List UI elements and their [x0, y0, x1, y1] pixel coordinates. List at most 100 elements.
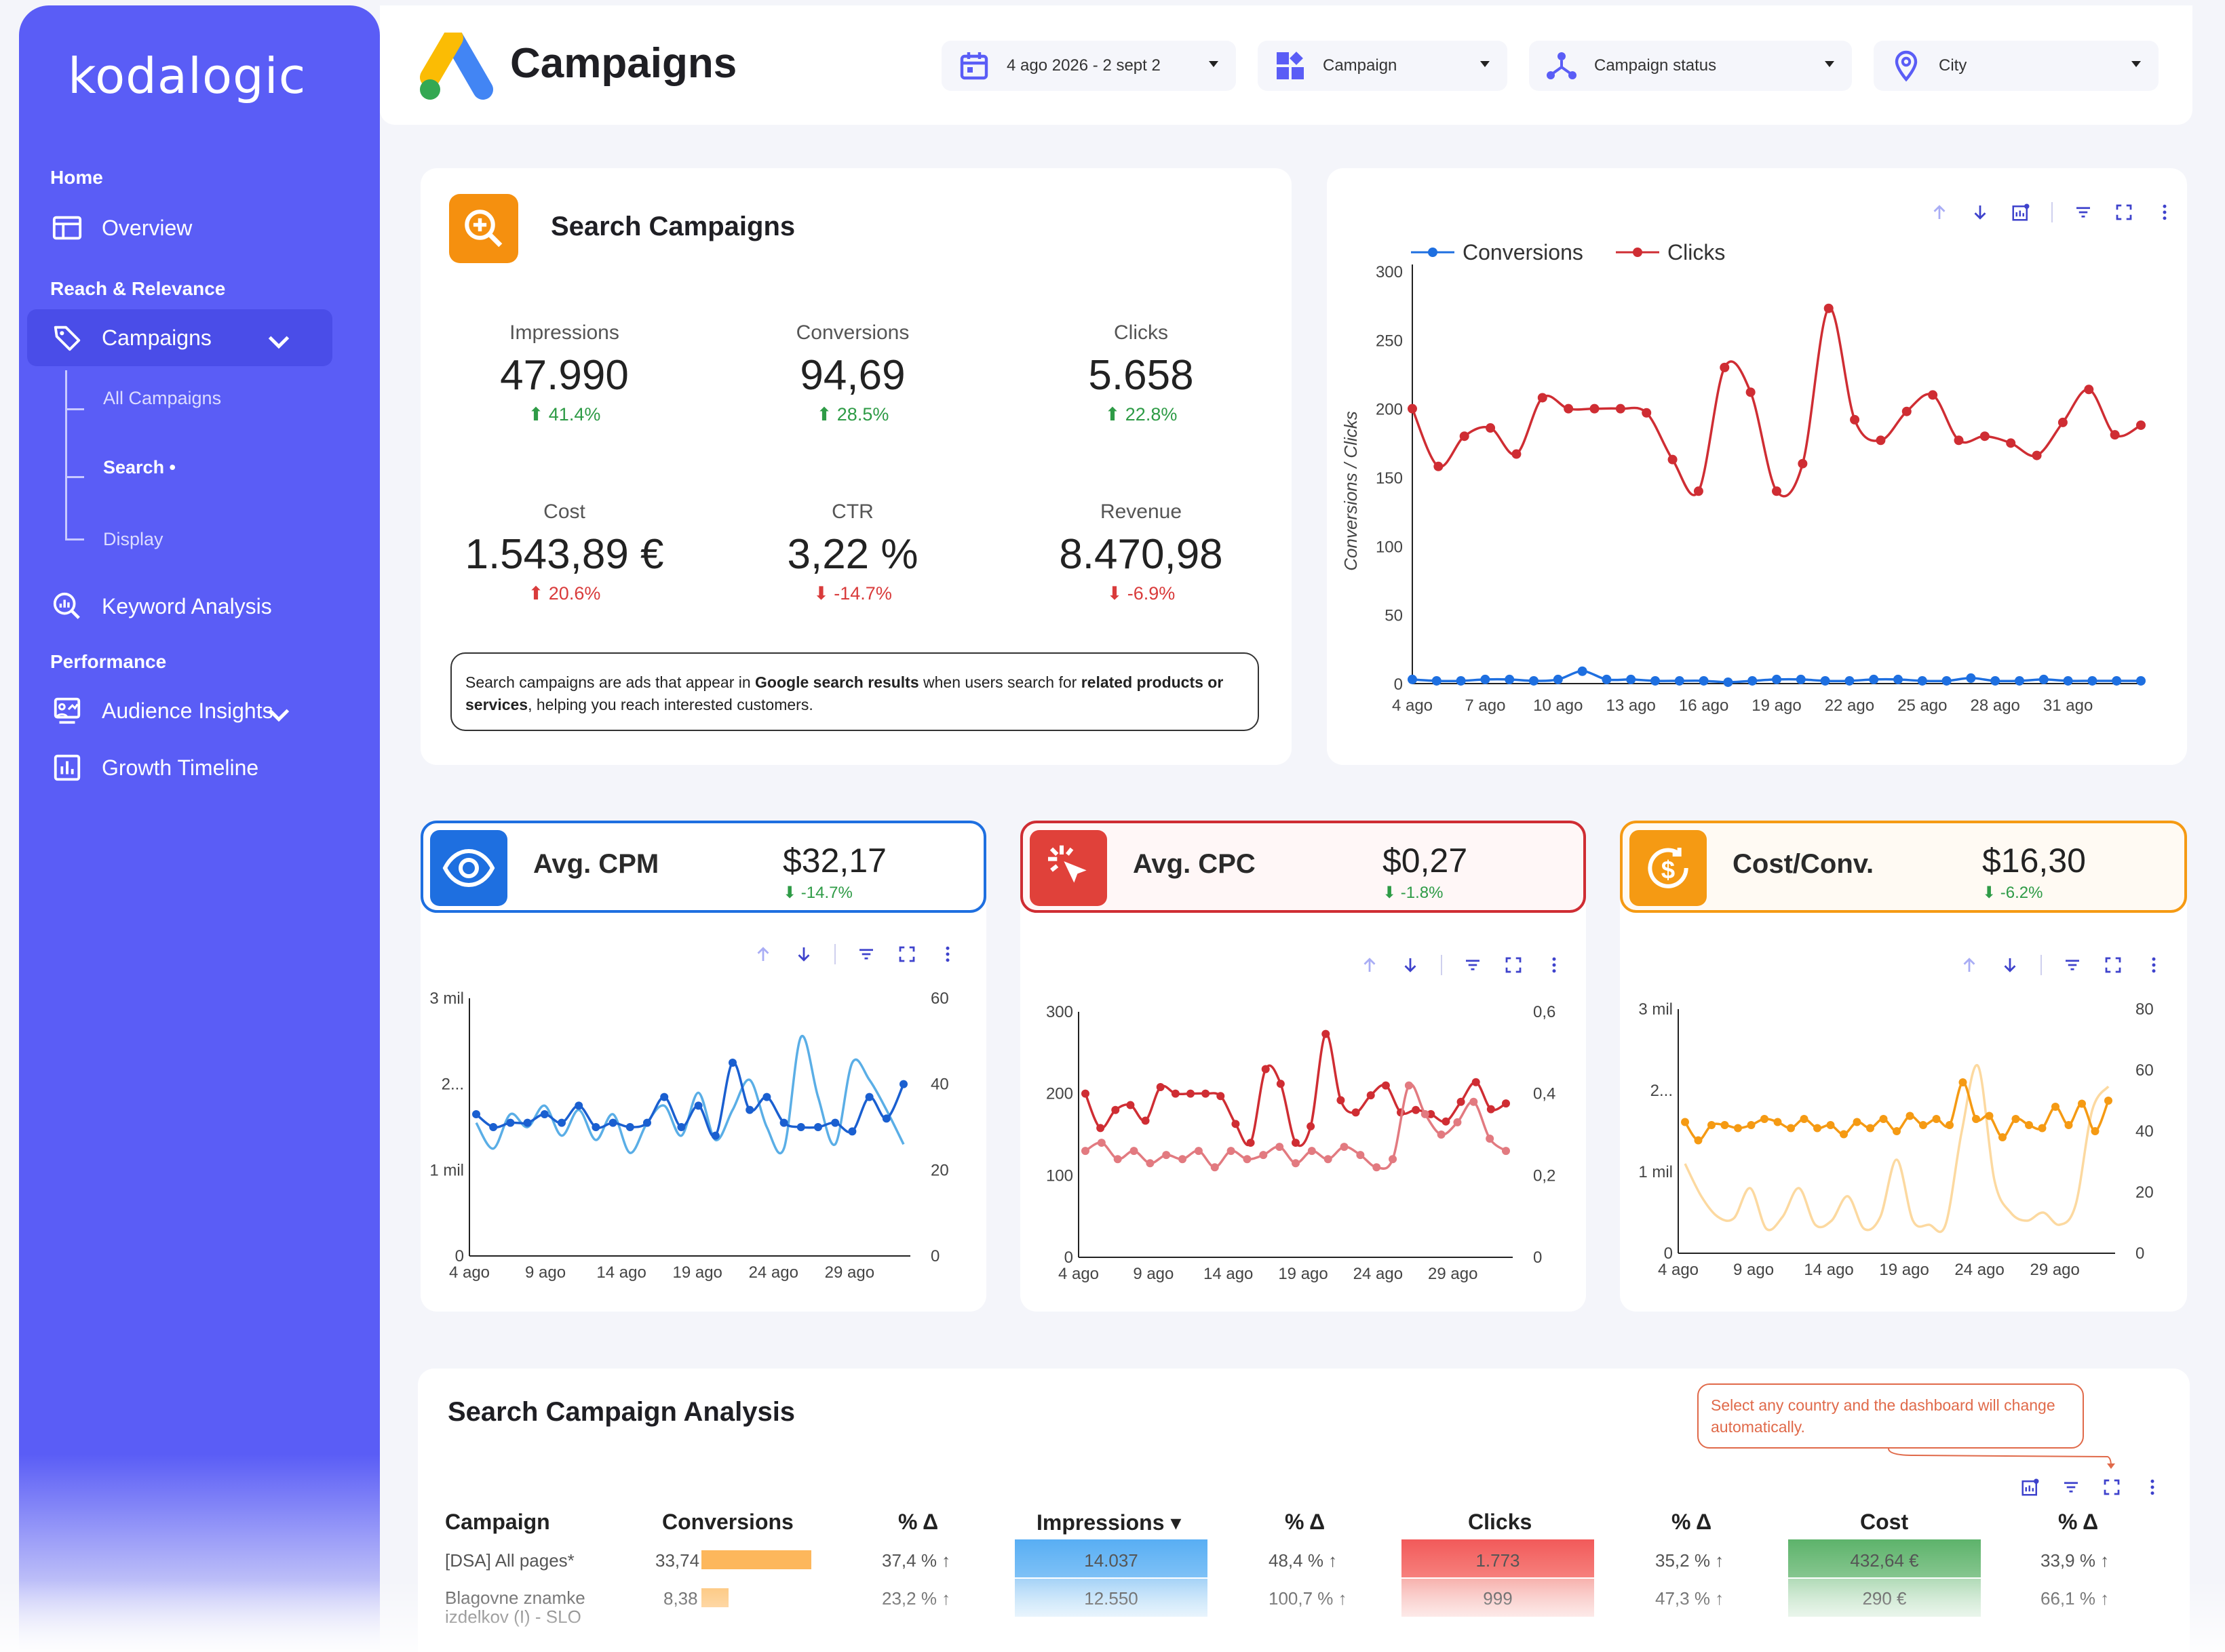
- zoom-in-icon: [465, 210, 503, 248]
- data-point: [558, 1118, 566, 1127]
- data-point: [1760, 1115, 1768, 1123]
- dashboard-icon: [52, 216, 82, 240]
- sidebar-sub-search[interactable]: Search •: [103, 457, 176, 478]
- data-point: [1820, 675, 1830, 686]
- sidebar-sub-display[interactable]: Display: [103, 529, 163, 550]
- table-toolbar: [2020, 1477, 2163, 1497]
- filter-icon[interactable]: [2061, 1477, 2081, 1497]
- cpc-icon-badge: [1030, 830, 1107, 906]
- data-point: [865, 1093, 874, 1101]
- data-point: [1772, 486, 1781, 496]
- data-point: [2025, 1121, 2033, 1129]
- y-tick-label-left: 2...: [442, 1076, 464, 1094]
- data-point: [1693, 486, 1703, 496]
- kpi-cost-label: Cost: [543, 500, 585, 523]
- data-point: [1307, 1122, 1315, 1130]
- cpc-header: Avg. CPC $0,27 ⬇ -1.8%: [1020, 821, 1586, 913]
- sort-ascending-icon[interactable]: [1959, 955, 1979, 975]
- cpm-line-chart: 0 1 mil 2... 3 mil 0 20 40 60 4 ago 9 ago 14 ago 19…: [429, 989, 948, 1282]
- row-clk-delta: 47,3 % ↑: [1655, 1588, 1724, 1609]
- sort-descending-icon[interactable]: [794, 944, 814, 964]
- data-point: [1261, 1065, 1270, 1074]
- legend-label: Clicks: [1667, 240, 1725, 264]
- more-vert-icon[interactable]: [2144, 955, 2164, 975]
- series-line: [475, 1034, 905, 1155]
- column-header-impressions[interactable]: Impressions ▾: [1037, 1510, 1181, 1535]
- data-point: [1194, 1147, 1203, 1156]
- location-pin-icon: [1895, 50, 1918, 82]
- chevron-down-icon[interactable]: [263, 700, 294, 731]
- column-header-conv-delta[interactable]: % Δ: [898, 1510, 938, 1535]
- data-point: [1366, 1091, 1375, 1100]
- column-header-campaign[interactable]: Campaign: [445, 1510, 550, 1535]
- y-tick-label-right: 0,6: [1533, 1003, 1555, 1021]
- fullscreen-icon[interactable]: [1503, 955, 1524, 975]
- chart-options-icon[interactable]: [2020, 1477, 2040, 1497]
- more-vert-icon[interactable]: [2142, 1477, 2163, 1497]
- sort-descending-icon[interactable]: [1400, 955, 1420, 975]
- sidebar-item-campaigns[interactable]: Campaigns: [27, 309, 332, 366]
- y-tick-label-right: 0,4: [1533, 1085, 1555, 1103]
- date-range-filter[interactable]: 4 ago 2026 - 2 sept 2: [942, 41, 1236, 91]
- fullscreen-icon[interactable]: [897, 944, 917, 964]
- filter-icon[interactable]: [2073, 202, 2093, 222]
- chevron-down-icon[interactable]: [263, 327, 294, 358]
- x-tick-label: 24 ago: [1954, 1261, 2004, 1279]
- data-point: [1456, 1097, 1465, 1106]
- sort-descending-icon[interactable]: [2000, 955, 2020, 975]
- data-point: [1674, 675, 1684, 686]
- fullscreen-icon[interactable]: [2103, 955, 2123, 975]
- brand-logo[interactable]: kodalogic: [68, 47, 306, 104]
- data-point: [1553, 674, 1563, 684]
- campaign-status-filter[interactable]: Campaign status: [1529, 41, 1852, 91]
- sort-ascending-icon[interactable]: [1359, 955, 1380, 975]
- data-point: [1292, 1159, 1300, 1168]
- sidebar-item-growth-timeline[interactable]: Growth Timeline: [27, 739, 332, 796]
- more-vert-icon[interactable]: [937, 944, 958, 964]
- y-tick-label-left: 0: [1664, 1244, 1673, 1263]
- row-clicks: 1.773: [1401, 1539, 1594, 1577]
- data-point: [1876, 435, 1886, 446]
- more-vert-icon[interactable]: [2154, 202, 2175, 222]
- sidebar-item-keyword-analysis[interactable]: Keyword Analysis: [27, 578, 332, 635]
- sidebar-item-audience-insights[interactable]: Audience Insights: [27, 682, 332, 739]
- data-point: [1340, 1143, 1349, 1152]
- sidebar-sub-all-campaigns[interactable]: All Campaigns: [103, 388, 221, 409]
- data-point: [1216, 1092, 1225, 1101]
- fullscreen-icon[interactable]: [2102, 1477, 2122, 1497]
- data-point: [1853, 1118, 1861, 1126]
- x-tick-label: 13 ago: [1606, 696, 1655, 715]
- column-header-conversions[interactable]: Conversions: [662, 1510, 794, 1535]
- metric-value: $0,27: [1382, 842, 1468, 880]
- more-vert-icon[interactable]: [1544, 955, 1564, 975]
- sort-ascending-icon[interactable]: [1929, 202, 1950, 222]
- sort-descending-icon[interactable]: [1970, 202, 1990, 222]
- row-campaign: Blagovne znamke izdelkov (I) - SLO: [445, 1588, 585, 1627]
- data-point: [1389, 1155, 1397, 1164]
- column-header-cost[interactable]: Cost: [1860, 1510, 1908, 1535]
- fullscreen-icon[interactable]: [2114, 202, 2134, 222]
- y-axis-title: Conversions / Clicks: [1340, 411, 1361, 571]
- sidebar-item-overview[interactable]: Overview: [27, 199, 332, 256]
- sort-ascending-icon[interactable]: [753, 944, 773, 964]
- city-filter[interactable]: City: [1874, 41, 2159, 91]
- data-point: [1141, 1116, 1150, 1125]
- filter-icon[interactable]: [1463, 955, 1483, 975]
- column-header-clicks[interactable]: Clicks: [1468, 1510, 1532, 1535]
- column-header-clk-delta[interactable]: % Δ: [1671, 1510, 1711, 1535]
- analysis-title: Search Campaign Analysis: [448, 1397, 796, 1427]
- column-header-cost-delta[interactable]: % Δ: [2058, 1510, 2098, 1535]
- filter-icon[interactable]: [2062, 955, 2083, 975]
- delta-text: -1.8%: [1400, 884, 1444, 902]
- campaign-filter[interactable]: Campaign: [1258, 41, 1507, 91]
- column-header-imp-delta[interactable]: % Δ: [1285, 1510, 1325, 1535]
- filter-icon[interactable]: [856, 944, 876, 964]
- chart-options-icon[interactable]: [2011, 202, 2031, 222]
- y-tick-label-right: 60: [2135, 1061, 2154, 1080]
- data-point: [1823, 303, 1834, 313]
- data-point: [1932, 1115, 1941, 1123]
- data-point: [1747, 1121, 1756, 1129]
- click-icon: [1048, 845, 1087, 883]
- data-point: [1437, 1130, 1446, 1139]
- data-point: [1990, 675, 2000, 686]
